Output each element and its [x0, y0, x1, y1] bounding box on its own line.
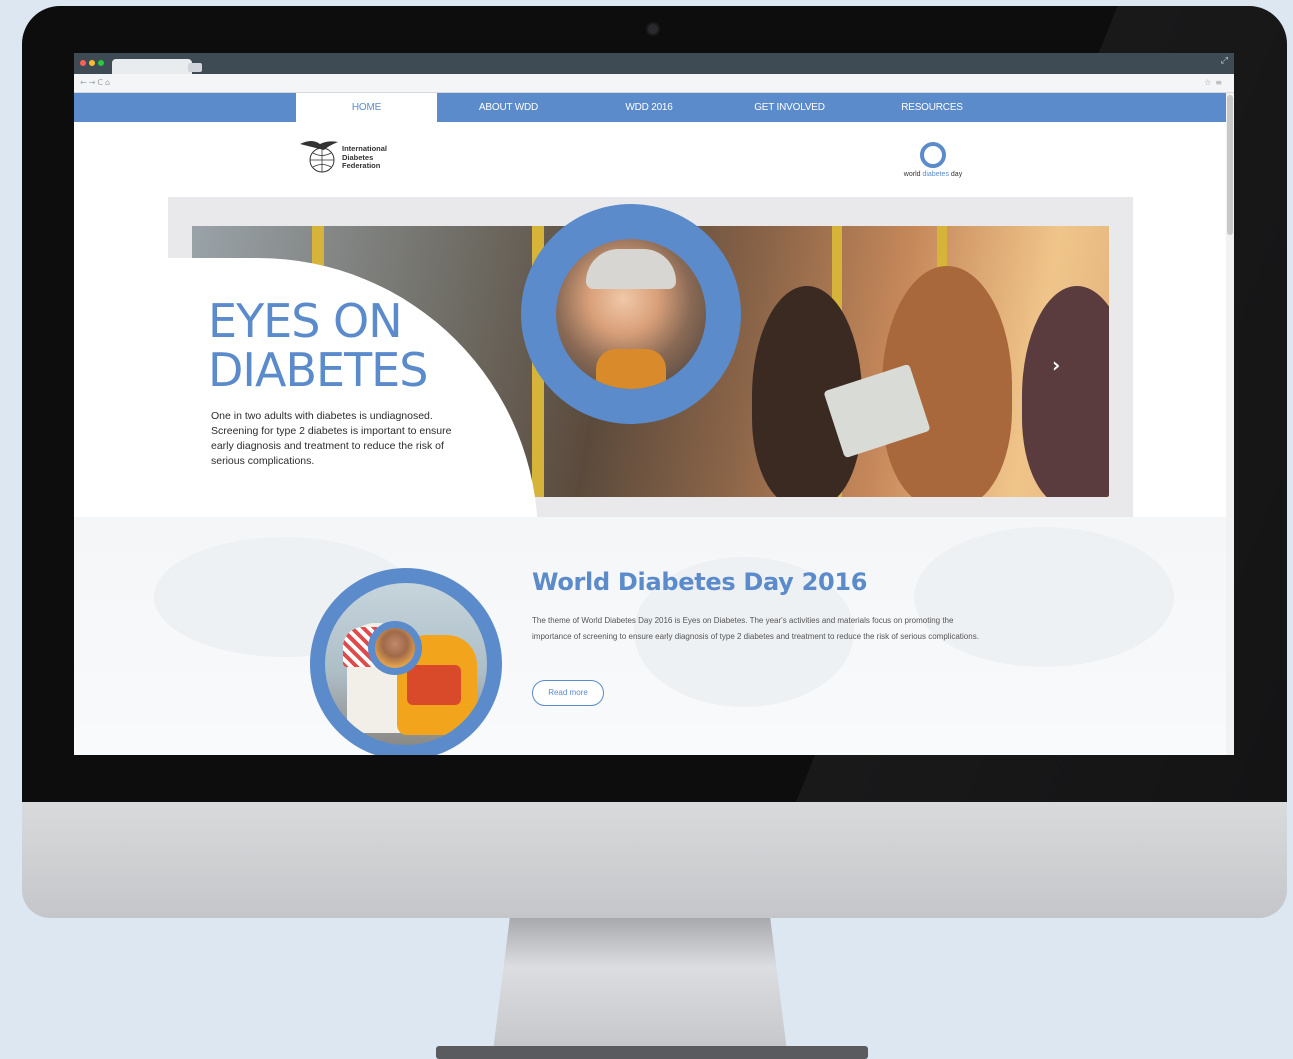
wdd-logo[interactable]: world diabetes day	[888, 142, 978, 187]
monitor-stand	[492, 918, 788, 1059]
hero-title-line-2: DIABETES	[208, 343, 428, 397]
nav-get-involved[interactable]: GET INVOLVED	[718, 93, 861, 122]
section-text: The theme of World Diabetes Day 2016 is …	[532, 616, 979, 641]
browser-nav-icons[interactable]: ←→C⌂	[80, 78, 112, 87]
portrait-shirt	[596, 349, 666, 389]
hero-title: EYES ON DIABETES	[208, 297, 528, 395]
nav-home[interactable]: HOME	[296, 93, 437, 122]
camera-icon	[646, 22, 660, 36]
browser-screen: ⤢ ←→C⌂ ☆≡ HOME ABOUT WDD WDD 2016 GET IN…	[74, 53, 1234, 755]
idf-logo[interactable]: International Diabetes Federation	[298, 136, 408, 182]
map-continent	[914, 527, 1174, 667]
nav-about-wdd[interactable]: ABOUT WDD	[437, 93, 580, 122]
browser-tab-bar: ⤢	[74, 53, 1234, 74]
fullscreen-icon[interactable]: ⤢	[1221, 56, 1228, 66]
address-bar[interactable]: ←→C⌂ ☆≡	[74, 74, 1234, 93]
idf-line-3: Federation	[342, 161, 381, 170]
maximize-window-icon[interactable]	[98, 60, 104, 66]
minimize-window-icon[interactable]	[89, 60, 95, 66]
hero-title-line-1: EYES ON	[208, 294, 403, 348]
passenger-figure	[1022, 286, 1109, 497]
browser-menu-icon[interactable]: ☆≡	[1204, 78, 1226, 87]
browser-tab[interactable]	[112, 59, 192, 74]
monitor-stand-base	[436, 1046, 868, 1059]
photo-woman-scarf	[407, 665, 461, 705]
idf-bird-globe-icon	[300, 141, 338, 173]
close-window-icon[interactable]	[80, 60, 86, 66]
page-scrollbar[interactable]	[1226, 93, 1234, 755]
read-more-button[interactable]: Read more	[532, 680, 604, 706]
idf-logo-text: International Diabetes Federation	[342, 144, 387, 171]
wdd-word-diabetes: diabetes	[922, 171, 949, 178]
site-nav: HOME ABOUT WDD WDD 2016 GET INVOLVED RES…	[74, 93, 1226, 122]
site-header: International Diabetes Federation world …	[168, 122, 1133, 197]
portrait-photo	[556, 239, 706, 389]
nav-resources[interactable]: RESOURCES	[861, 93, 1003, 122]
wdd-word-day: day	[950, 171, 963, 178]
chevron-right-icon[interactable]: ›	[1052, 353, 1060, 377]
blue-circle-icon	[920, 142, 946, 168]
nav-wdd-2016[interactable]: WDD 2016	[580, 93, 718, 122]
inner-photo	[375, 628, 415, 668]
monitor-bezel: ⤢ ←→C⌂ ☆≡ HOME ABOUT WDD WDD 2016 GET IN…	[22, 6, 1287, 802]
new-tab-button[interactable]	[188, 63, 202, 72]
scrollbar-thumb[interactable]	[1227, 95, 1233, 235]
portrait-hair	[586, 249, 676, 289]
monitor: ⤢ ←→C⌂ ☆≡ HOME ABOUT WDD WDD 2016 GET IN…	[22, 6, 1287, 918]
hero-description: One in two adults with diabetes is undia…	[211, 410, 452, 467]
section-title: World Diabetes Day 2016	[532, 568, 868, 596]
window-controls	[80, 60, 104, 66]
wdd-word-world: world	[903, 171, 921, 178]
monitor-chin	[22, 802, 1287, 918]
wdd-logo-text: world diabetes day	[888, 171, 978, 178]
